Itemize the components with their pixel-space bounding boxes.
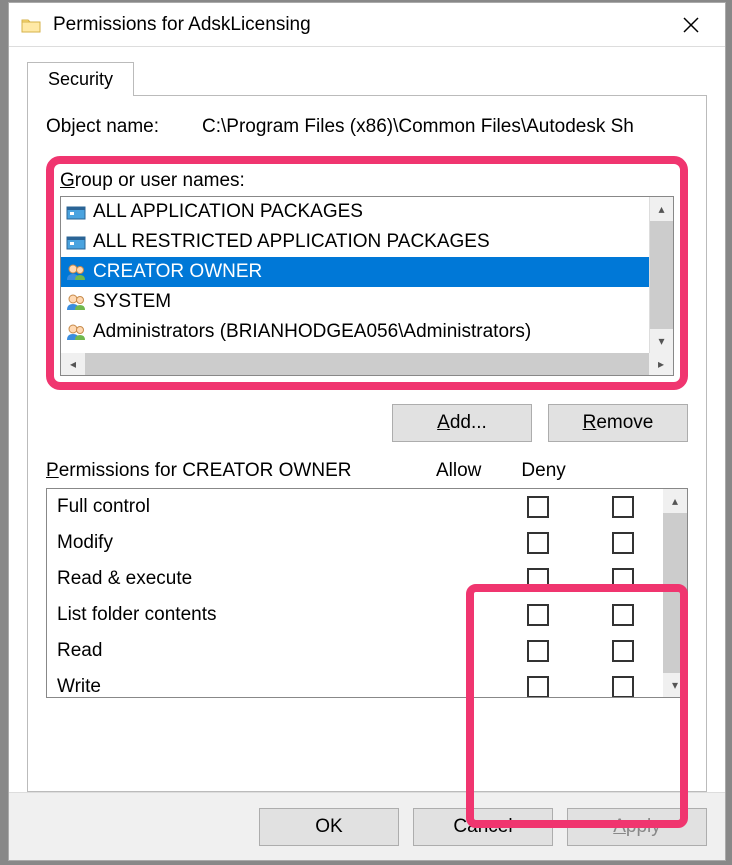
group-users-label: Group or user names:	[60, 170, 674, 192]
user-list-item[interactable]: CREATOR OWNER	[61, 257, 649, 287]
users-icon	[65, 322, 87, 342]
users-vertical-scrollbar[interactable]: ▴ ▾	[649, 197, 673, 353]
tab-strip: Security	[27, 61, 707, 96]
permission-name: Read	[57, 640, 493, 662]
permissions-columns: Allow Deny	[436, 460, 566, 482]
permission-row: Read & execute	[47, 561, 663, 597]
perm-scroll-thumb[interactable]	[663, 513, 687, 673]
deny-checkbox[interactable]	[612, 496, 634, 518]
user-list-label: ALL RESTRICTED APPLICATION PACKAGES	[93, 231, 490, 253]
permission-row: Full control	[47, 489, 663, 525]
hscroll-thumb[interactable]	[85, 353, 649, 375]
scroll-down-icon[interactable]: ▾	[650, 329, 673, 353]
user-list-label: CREATOR OWNER	[93, 261, 262, 283]
permission-row: Read	[47, 633, 663, 669]
object-name-value: C:\Program Files (x86)\Common Files\Auto…	[202, 116, 688, 138]
titlebar: Permissions for AdskLicensing	[9, 3, 725, 47]
deny-checkbox[interactable]	[612, 604, 634, 626]
user-list-item[interactable]: SYSTEM	[61, 287, 649, 317]
permission-row: Modify	[47, 525, 663, 561]
user-buttons-row: Add... Remove	[46, 404, 688, 442]
remove-button[interactable]: Remove	[548, 404, 688, 442]
cancel-button[interactable]: Cancel	[413, 808, 553, 846]
allow-checkbox[interactable]	[527, 604, 549, 626]
user-list-item[interactable]: Administrators (BRIANHODGEA056\Administr…	[61, 317, 649, 347]
dialog-title: Permissions for AdskLicensing	[53, 14, 669, 36]
permission-name: List folder contents	[57, 604, 493, 626]
permission-name: Modify	[57, 532, 493, 554]
users-listbox[interactable]: ALL APPLICATION PACKAGES ALL RESTRICTED A…	[60, 196, 674, 376]
deny-checkbox[interactable]	[612, 640, 634, 662]
add-button[interactable]: Add...	[392, 404, 532, 442]
deny-checkbox[interactable]	[612, 568, 634, 590]
allow-column-header: Allow	[436, 460, 481, 482]
permissions-listbox: Full control Modify Read & execute List fol…	[46, 488, 688, 698]
deny-column-header: Deny	[521, 460, 565, 482]
perm-scroll-down-icon[interactable]: ▾	[663, 673, 687, 697]
tab-area: Security Object name: C:\Program Files (…	[9, 47, 725, 792]
scroll-thumb[interactable]	[650, 221, 673, 329]
users-highlight: Group or user names: ALL APPLICATION PAC…	[46, 156, 688, 390]
scroll-left-icon[interactable]: ◂	[61, 353, 85, 375]
users-horizontal-scrollbar[interactable]: ◂ ▸	[61, 353, 673, 375]
user-list-label: ALL APPLICATION PACKAGES	[93, 201, 363, 223]
permissions-dialog: Permissions for AdskLicensing Security O…	[8, 2, 726, 861]
ok-button[interactable]: OK	[259, 808, 399, 846]
deny-checkbox[interactable]	[612, 532, 634, 554]
perm-scroll-up-icon[interactable]: ▴	[663, 489, 687, 513]
close-button[interactable]	[669, 3, 713, 47]
object-name-row: Object name: C:\Program Files (x86)\Comm…	[46, 116, 688, 138]
allow-checkbox[interactable]	[527, 496, 549, 518]
tab-security[interactable]: Security	[27, 62, 134, 96]
permissions-header: Permissions for CREATOR OWNER Allow Deny	[46, 460, 688, 482]
users-icon	[65, 262, 87, 282]
users-icon	[65, 292, 87, 312]
permission-row: Write	[47, 669, 663, 697]
apply-button[interactable]: Apply	[567, 808, 707, 846]
tab-content: Object name: C:\Program Files (x86)\Comm…	[27, 96, 707, 792]
allow-checkbox[interactable]	[527, 676, 549, 697]
dialog-footer: OK Cancel Apply	[9, 792, 725, 860]
allow-checkbox[interactable]	[527, 640, 549, 662]
user-list-label: Administrators (BRIANHODGEA056\Administr…	[93, 321, 531, 343]
allow-checkbox[interactable]	[527, 532, 549, 554]
object-name-label: Object name:	[46, 116, 202, 138]
permissions-for-label: Permissions for CREATOR OWNER	[46, 460, 436, 482]
deny-checkbox[interactable]	[612, 676, 634, 697]
scroll-up-icon[interactable]: ▴	[650, 197, 673, 221]
permission-name: Read & execute	[57, 568, 493, 590]
user-list-item[interactable]: ALL RESTRICTED APPLICATION PACKAGES	[61, 227, 649, 257]
permission-name: Full control	[57, 496, 493, 518]
user-list-item[interactable]: ALL APPLICATION PACKAGES	[61, 197, 649, 227]
permission-row: List folder contents	[47, 597, 663, 633]
package-icon	[65, 232, 87, 252]
folder-icon	[21, 17, 41, 33]
package-icon	[65, 202, 87, 222]
allow-checkbox[interactable]	[527, 568, 549, 590]
close-icon	[682, 16, 700, 34]
permissions-vertical-scrollbar[interactable]: ▴ ▾	[663, 489, 687, 697]
scroll-right-icon[interactable]: ▸	[649, 353, 673, 375]
user-list-label: SYSTEM	[93, 291, 171, 313]
permission-name: Write	[57, 676, 493, 697]
